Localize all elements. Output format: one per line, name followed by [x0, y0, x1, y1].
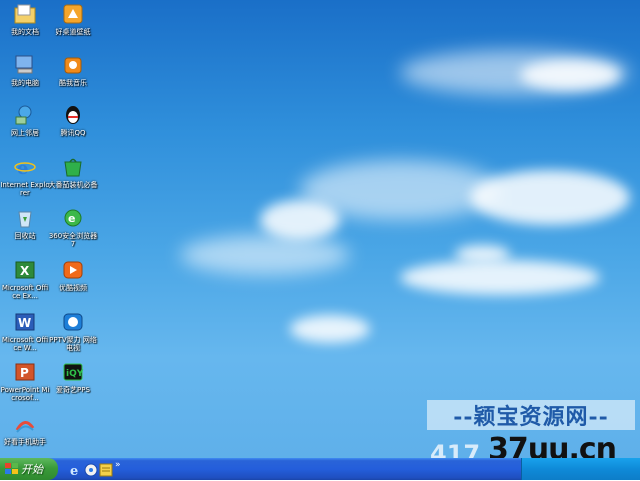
desktop-icon-wallpaper-app[interactable]: 好桌道壁纸 [48, 2, 98, 36]
windows-logo-icon [5, 463, 18, 475]
desktop-icon-word[interactable]: W Microsoft Office W... [0, 310, 50, 352]
qq-icon [61, 103, 85, 127]
svg-text:e: e [17, 158, 28, 177]
iqiyi-icon: iQY [61, 360, 85, 384]
desktop-icon-network-places[interactable]: 网上邻居 [0, 103, 50, 137]
start-label: 开始 [21, 463, 43, 476]
desktop-icon-phone-assistant[interactable]: 好看手机助手 [0, 412, 50, 446]
watermark-url: 37uu.cn [488, 432, 617, 458]
watermark-number: 417 [430, 440, 481, 458]
watermark-banner: --颖宝资源网-- [427, 400, 635, 430]
notes-quicklaunch-icon[interactable] [99, 462, 113, 477]
watermark-brand: --颖宝资源网-- [453, 404, 609, 430]
taskbar: 开始 e » [0, 458, 640, 480]
cloud [290, 315, 370, 343]
desktop-icon-excel[interactable]: X Microsoft Office Ex... [0, 258, 50, 300]
kuwo-music-icon [61, 53, 85, 77]
network-places-icon [13, 103, 37, 127]
svg-text:X: X [20, 264, 30, 278]
desktop-icon-qq[interactable]: 腾讯QQ [48, 103, 98, 137]
word-icon: W [13, 310, 37, 334]
my-computer-icon [13, 53, 37, 77]
my-documents-icon [13, 2, 37, 26]
cloud [455, 245, 510, 263]
svg-text:W: W [18, 316, 31, 330]
desktop-icon-pptv[interactable]: PPTV聚力 网络电视 [48, 310, 98, 352]
system-tray [521, 458, 640, 480]
cloud [520, 60, 620, 90]
desktop-icon-my-documents[interactable]: 我的文档 [0, 2, 50, 36]
ie-quicklaunch-icon[interactable]: e [68, 462, 82, 479]
desktop: 我的文档 我的电脑 网上邻居 e Internet Explorer 回收站 X… [0, 0, 640, 458]
cloud [400, 260, 600, 295]
media-quicklaunch-icon[interactable] [84, 462, 98, 477]
svg-text:e: e [70, 464, 78, 477]
desktop-icon-kuwo-music[interactable]: 酷我音乐 [48, 53, 98, 87]
svg-text:P: P [20, 366, 29, 380]
desktop-icon-recycle-bin[interactable]: 回收站 [0, 206, 50, 240]
desktop-icon-internet-explorer[interactable]: e Internet Explorer [0, 155, 50, 197]
cloud [470, 170, 630, 225]
svg-text:e: e [68, 212, 75, 225]
powerpoint-icon: P [13, 360, 37, 384]
pptv-icon [61, 310, 85, 334]
recycle-bin-icon [13, 206, 37, 230]
desktop-icon-software-store[interactable]: 大番茄装机必备 [48, 155, 98, 189]
desktop-icon-360-browser[interactable]: e 360安全浏览器7 [48, 206, 98, 248]
cloud [180, 235, 350, 275]
start-button[interactable]: 开始 [0, 458, 58, 480]
internet-explorer-icon: e [13, 155, 37, 179]
desktop-icon-my-computer[interactable]: 我的电脑 [0, 53, 50, 87]
excel-icon: X [13, 258, 37, 282]
youku-icon [61, 258, 85, 282]
phone-assistant-icon [13, 412, 37, 436]
quicklaunch-more-chevron[interactable]: » [115, 460, 121, 470]
desktop-icon-youku[interactable]: 优酷视频 [48, 258, 98, 292]
wallpaper-app-icon [61, 2, 85, 26]
360-browser-icon: e [61, 206, 85, 230]
software-store-icon [61, 155, 85, 179]
desktop-icon-powerpoint[interactable]: P PowerPoint Microsof... [0, 360, 50, 402]
cloud [260, 200, 340, 240]
svg-text:iQY: iQY [66, 369, 84, 379]
desktop-icon-iqiyi[interactable]: iQY 爱奇艺PPS [48, 360, 98, 394]
